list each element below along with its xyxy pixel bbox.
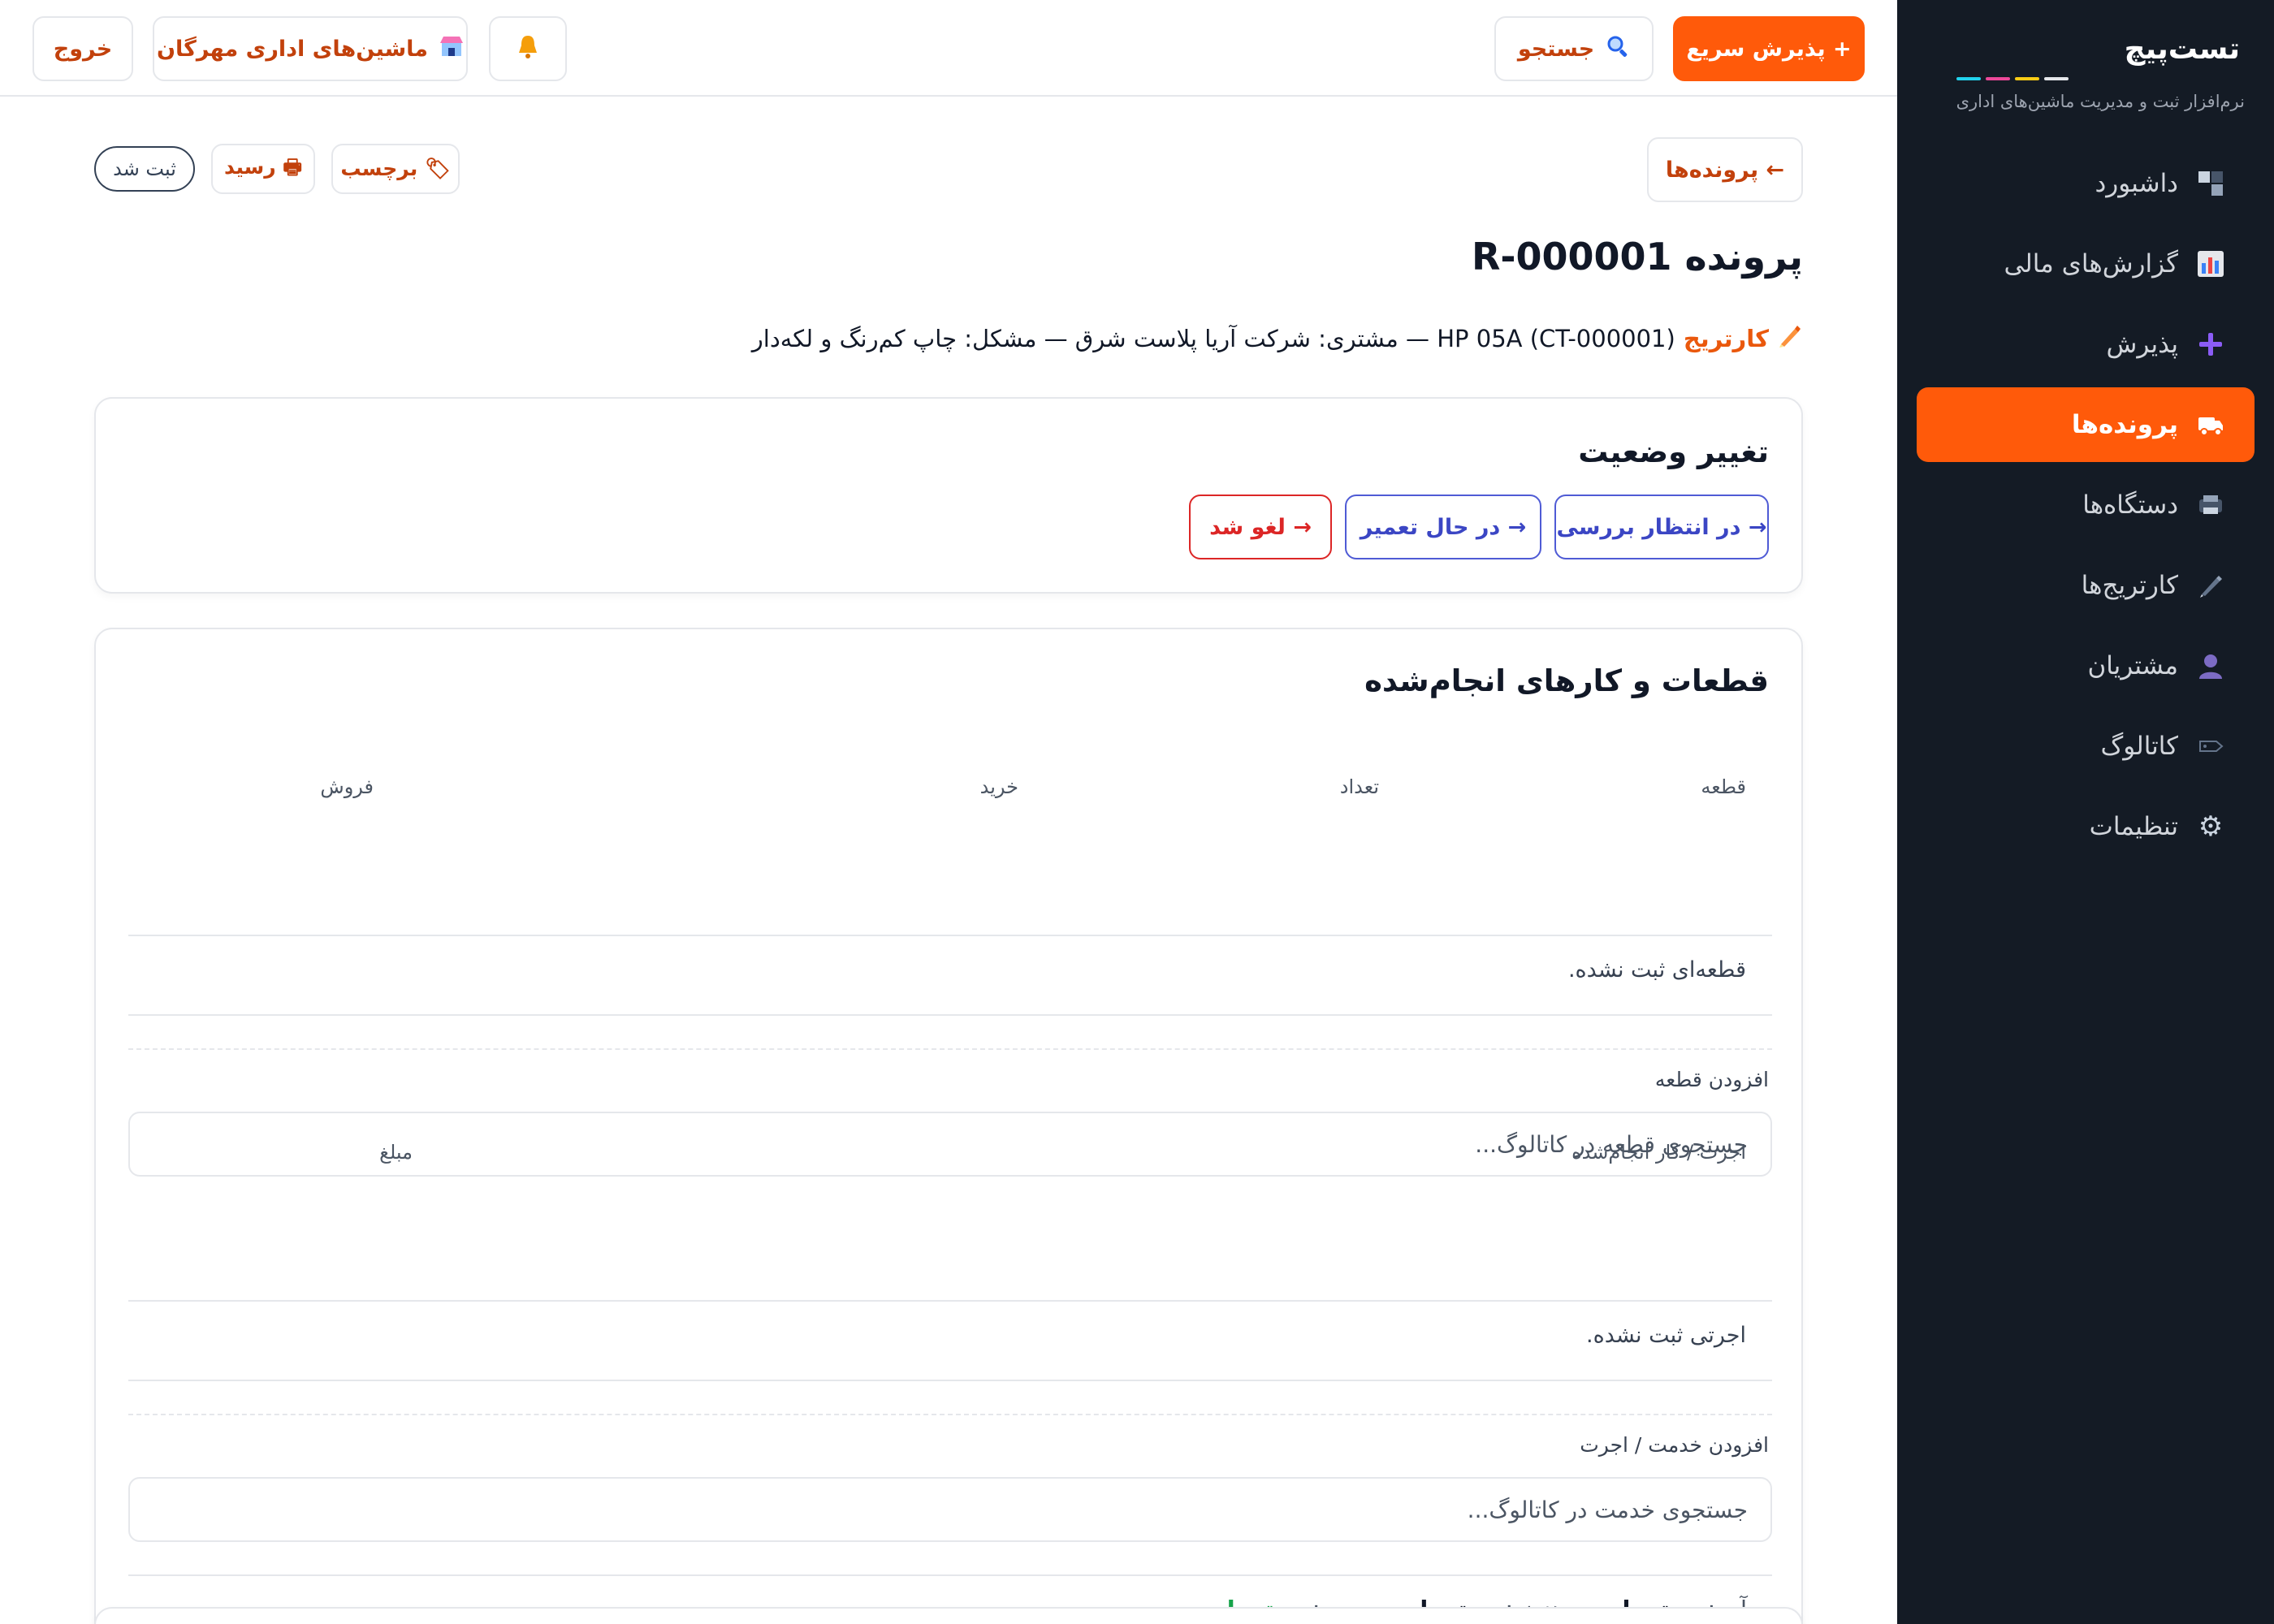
sidebar-item-label: دستگاه‌ها xyxy=(2082,490,2178,520)
sidebar-item-devices[interactable]: دستگاه‌ها xyxy=(1917,468,2255,542)
sidebar-item-customers[interactable]: مشتریان xyxy=(1917,628,2255,703)
tag-icon xyxy=(2194,730,2227,762)
brand[interactable]: تست‌پیچ نرم‌افزار ثبت و مدیریت ماشین‌های… xyxy=(1956,32,2245,111)
store-icon xyxy=(439,35,464,63)
sidebar-item-label: مشتریان xyxy=(2087,651,2178,680)
gear-icon: ⚙ xyxy=(2198,810,2224,843)
case-summary: کارتریج HP 05A (CT-000001) — مشتری: شرکت… xyxy=(752,322,1803,354)
quick-intake-label: + پذیرش سریع xyxy=(1686,36,1852,62)
back-to-cases-button[interactable]: ← پرونده‌ها xyxy=(1647,137,1803,202)
status-badge: ثبت شد xyxy=(94,146,195,192)
labor-empty-message: اجرتی ثبت نشده. xyxy=(1586,1323,1746,1348)
receipt-button[interactable]: 🖶 رسید xyxy=(211,144,315,194)
notifications-button[interactable] xyxy=(489,16,567,81)
status-card-title: تغییر وضعیت xyxy=(1578,434,1769,469)
parts-empty-message: قطعه‌ای ثبت نشده. xyxy=(1567,957,1746,983)
case-kind: کارتریج xyxy=(1683,324,1769,352)
company-button[interactable]: ماشین‌های اداری مهرگان xyxy=(153,16,468,81)
next-card xyxy=(94,1607,1803,1624)
search-button[interactable]: جستجو xyxy=(1494,16,1654,81)
sidebar-item-financial-reports[interactable]: گزارش‌های مالی xyxy=(1917,227,2255,301)
sidebar-item-cartridges[interactable]: کارتریج‌ها xyxy=(1917,548,2255,623)
divider xyxy=(128,935,1772,936)
sidebar-item-label: داشبورد xyxy=(2095,169,2178,198)
add-service-search-input[interactable] xyxy=(128,1477,1772,1542)
pen-icon xyxy=(2194,569,2227,602)
status-cancelled-button[interactable]: → لغو شد xyxy=(1189,495,1332,559)
divider xyxy=(128,1380,1772,1381)
status-badge-text: ثبت شد xyxy=(113,158,176,180)
case-description: HP 05A (CT-000001) — مشتری: شرکت آریا پل… xyxy=(751,324,1675,352)
sidebar-item-label: گزارش‌های مالی xyxy=(2004,249,2178,279)
divider xyxy=(128,1300,1772,1302)
sidebar-item-label: کارتریج‌ها xyxy=(2081,571,2178,600)
parts-card-title: قطعات و کارهای انجام‌شده xyxy=(1364,663,1769,698)
col-labor: اجرت / کار انجام‌شده xyxy=(1571,1141,1746,1164)
col-purchase: خرید xyxy=(979,775,1018,798)
company-label: ماشین‌های اداری مهرگان xyxy=(157,36,429,62)
sidebar-item-intake[interactable]: پذیرش xyxy=(1917,307,2255,382)
brand-subtitle: نرم‌افزار ثبت و مدیریت ماشین‌های اداری xyxy=(1956,92,2245,111)
sidebar-item-label: پذیرش xyxy=(2106,330,2178,359)
sidebar-nav: داشبورد گزارش‌های مالی پذیرش پرونده‌ها xyxy=(1917,146,2255,870)
dashed-divider xyxy=(128,1048,1772,1050)
col-quantity: تعداد xyxy=(1339,775,1379,798)
receipt-button-text: 🖶 رسید xyxy=(224,154,302,179)
status-change-card: تغییر وضعیت → در انتظار بررسی → در حال ت… xyxy=(94,397,1803,594)
add-service-label: افزودن خدمت / اجرت xyxy=(1580,1433,1769,1457)
parts-labor-card: قطعات و کارهای انجام‌شده قطعه تعداد خرید… xyxy=(94,628,1803,1624)
dashboard-icon xyxy=(2194,167,2227,200)
truck-icon xyxy=(2194,408,2227,441)
status-pending-review-button[interactable]: → در انتظار بررسی xyxy=(1554,495,1769,559)
logout-label: خروج xyxy=(53,36,113,62)
status-button-label: → در انتظار بررسی xyxy=(1556,514,1767,540)
printer-icon xyxy=(2194,489,2227,521)
sidebar-item-dashboard[interactable]: داشبورد xyxy=(1917,146,2255,221)
logout-button[interactable]: خروج xyxy=(32,16,133,81)
status-button-label: → در حال تعمیر xyxy=(1360,514,1527,540)
page-title: پرونده R-000001 xyxy=(1471,235,1803,279)
col-sale: فروش xyxy=(320,775,374,798)
status-in-repair-button[interactable]: → در حال تعمیر xyxy=(1345,495,1541,559)
search-label: جستجو xyxy=(1517,36,1595,62)
col-part: قطعه xyxy=(1701,775,1746,798)
col-amount: مبلغ xyxy=(379,1141,413,1164)
bar-chart-icon xyxy=(2194,248,2227,280)
divider xyxy=(128,1014,1772,1016)
label-button[interactable]: 🏷 برچسب xyxy=(331,144,460,194)
add-part-search-input[interactable] xyxy=(128,1112,1772,1177)
sidebar-item-settings[interactable]: ⚙ تنظیمات xyxy=(1917,789,2255,864)
bell-icon xyxy=(516,33,540,65)
sidebar-item-catalog[interactable]: کاتالوگ xyxy=(1917,709,2255,784)
quick-intake-button[interactable]: + پذیرش سریع xyxy=(1673,16,1865,81)
dashed-divider xyxy=(128,1414,1772,1415)
topbar: + پذیرش سریع جستجو خروج ماشین‌های اداری … xyxy=(0,0,1897,97)
label-button-text: 🏷 برچسب xyxy=(340,157,451,180)
divider xyxy=(128,1574,1772,1576)
plus-icon xyxy=(2194,328,2227,361)
status-button-label: → لغو شد xyxy=(1209,514,1312,540)
pencil-icon xyxy=(1777,322,1803,354)
brand-stripes xyxy=(1956,77,2240,80)
back-label: ← پرونده‌ها xyxy=(1665,157,1785,183)
sidebar-item-label: کاتالوگ xyxy=(2100,732,2178,761)
sidebar-item-label: پرونده‌ها xyxy=(2071,410,2178,439)
sidebar: تست‌پیچ نرم‌افزار ثبت و مدیریت ماشین‌های… xyxy=(1897,0,2274,1624)
app-root: تست‌پیچ نرم‌افزار ثبت و مدیریت ماشین‌های… xyxy=(0,0,2274,1624)
brand-logo: تست‌پیچ xyxy=(2124,32,2240,66)
user-icon xyxy=(2194,650,2227,682)
search-icon xyxy=(1606,34,1630,64)
main-content: ← پرونده‌ها 🏷 برچسب 🖶 رسید ثبت شد پرونده… xyxy=(0,97,1897,1624)
sidebar-item-label: تنظیمات xyxy=(2089,812,2178,841)
add-part-label: افزودن قطعه xyxy=(1654,1068,1769,1091)
sidebar-item-cases[interactable]: پرونده‌ها xyxy=(1917,387,2255,462)
